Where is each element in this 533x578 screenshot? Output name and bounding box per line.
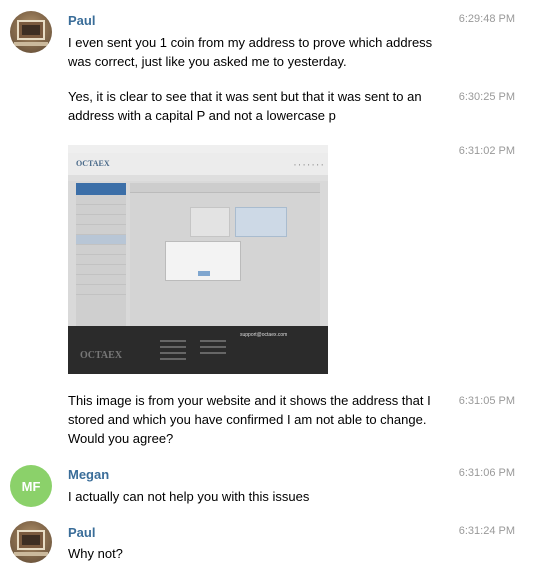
message-time: 6:31:02 PM <box>458 145 515 157</box>
message-text: I even sent you 1 coin from my address t… <box>68 35 433 69</box>
avatar[interactable]: MF <box>10 465 52 507</box>
octaex-logo: OCTAEX <box>76 159 110 168</box>
sender-name[interactable]: Megan <box>68 467 109 482</box>
message-time: 6:29:48 PM <box>458 13 515 25</box>
message-time: 6:31:06 PM <box>458 467 515 479</box>
avatar[interactable] <box>10 521 52 563</box>
message-text: I actually can not help you with this is… <box>68 489 310 504</box>
message-text: Why not? <box>68 546 123 561</box>
octaex-footer-logo: OCTAEX <box>80 350 123 361</box>
avatar[interactable] <box>10 11 52 53</box>
sender-name[interactable]: Paul <box>68 13 95 28</box>
message-text: This image is from your website and it s… <box>68 393 431 446</box>
message-time: 6:31:05 PM <box>458 395 515 407</box>
message-time: 6:31:24 PM <box>458 525 515 537</box>
message-text: Yes, it is clear to see that it was sent… <box>68 89 422 123</box>
footer-email: support@octaex.com <box>240 332 288 338</box>
message-time: 6:30:25 PM <box>458 91 515 103</box>
attached-screenshot-image[interactable]: OCTAEX ▪ ▪ ▪ ▪ ▪ ▪ ▪ OCTAEX support@octa… <box>68 145 328 374</box>
sender-name[interactable]: Paul <box>68 525 95 540</box>
